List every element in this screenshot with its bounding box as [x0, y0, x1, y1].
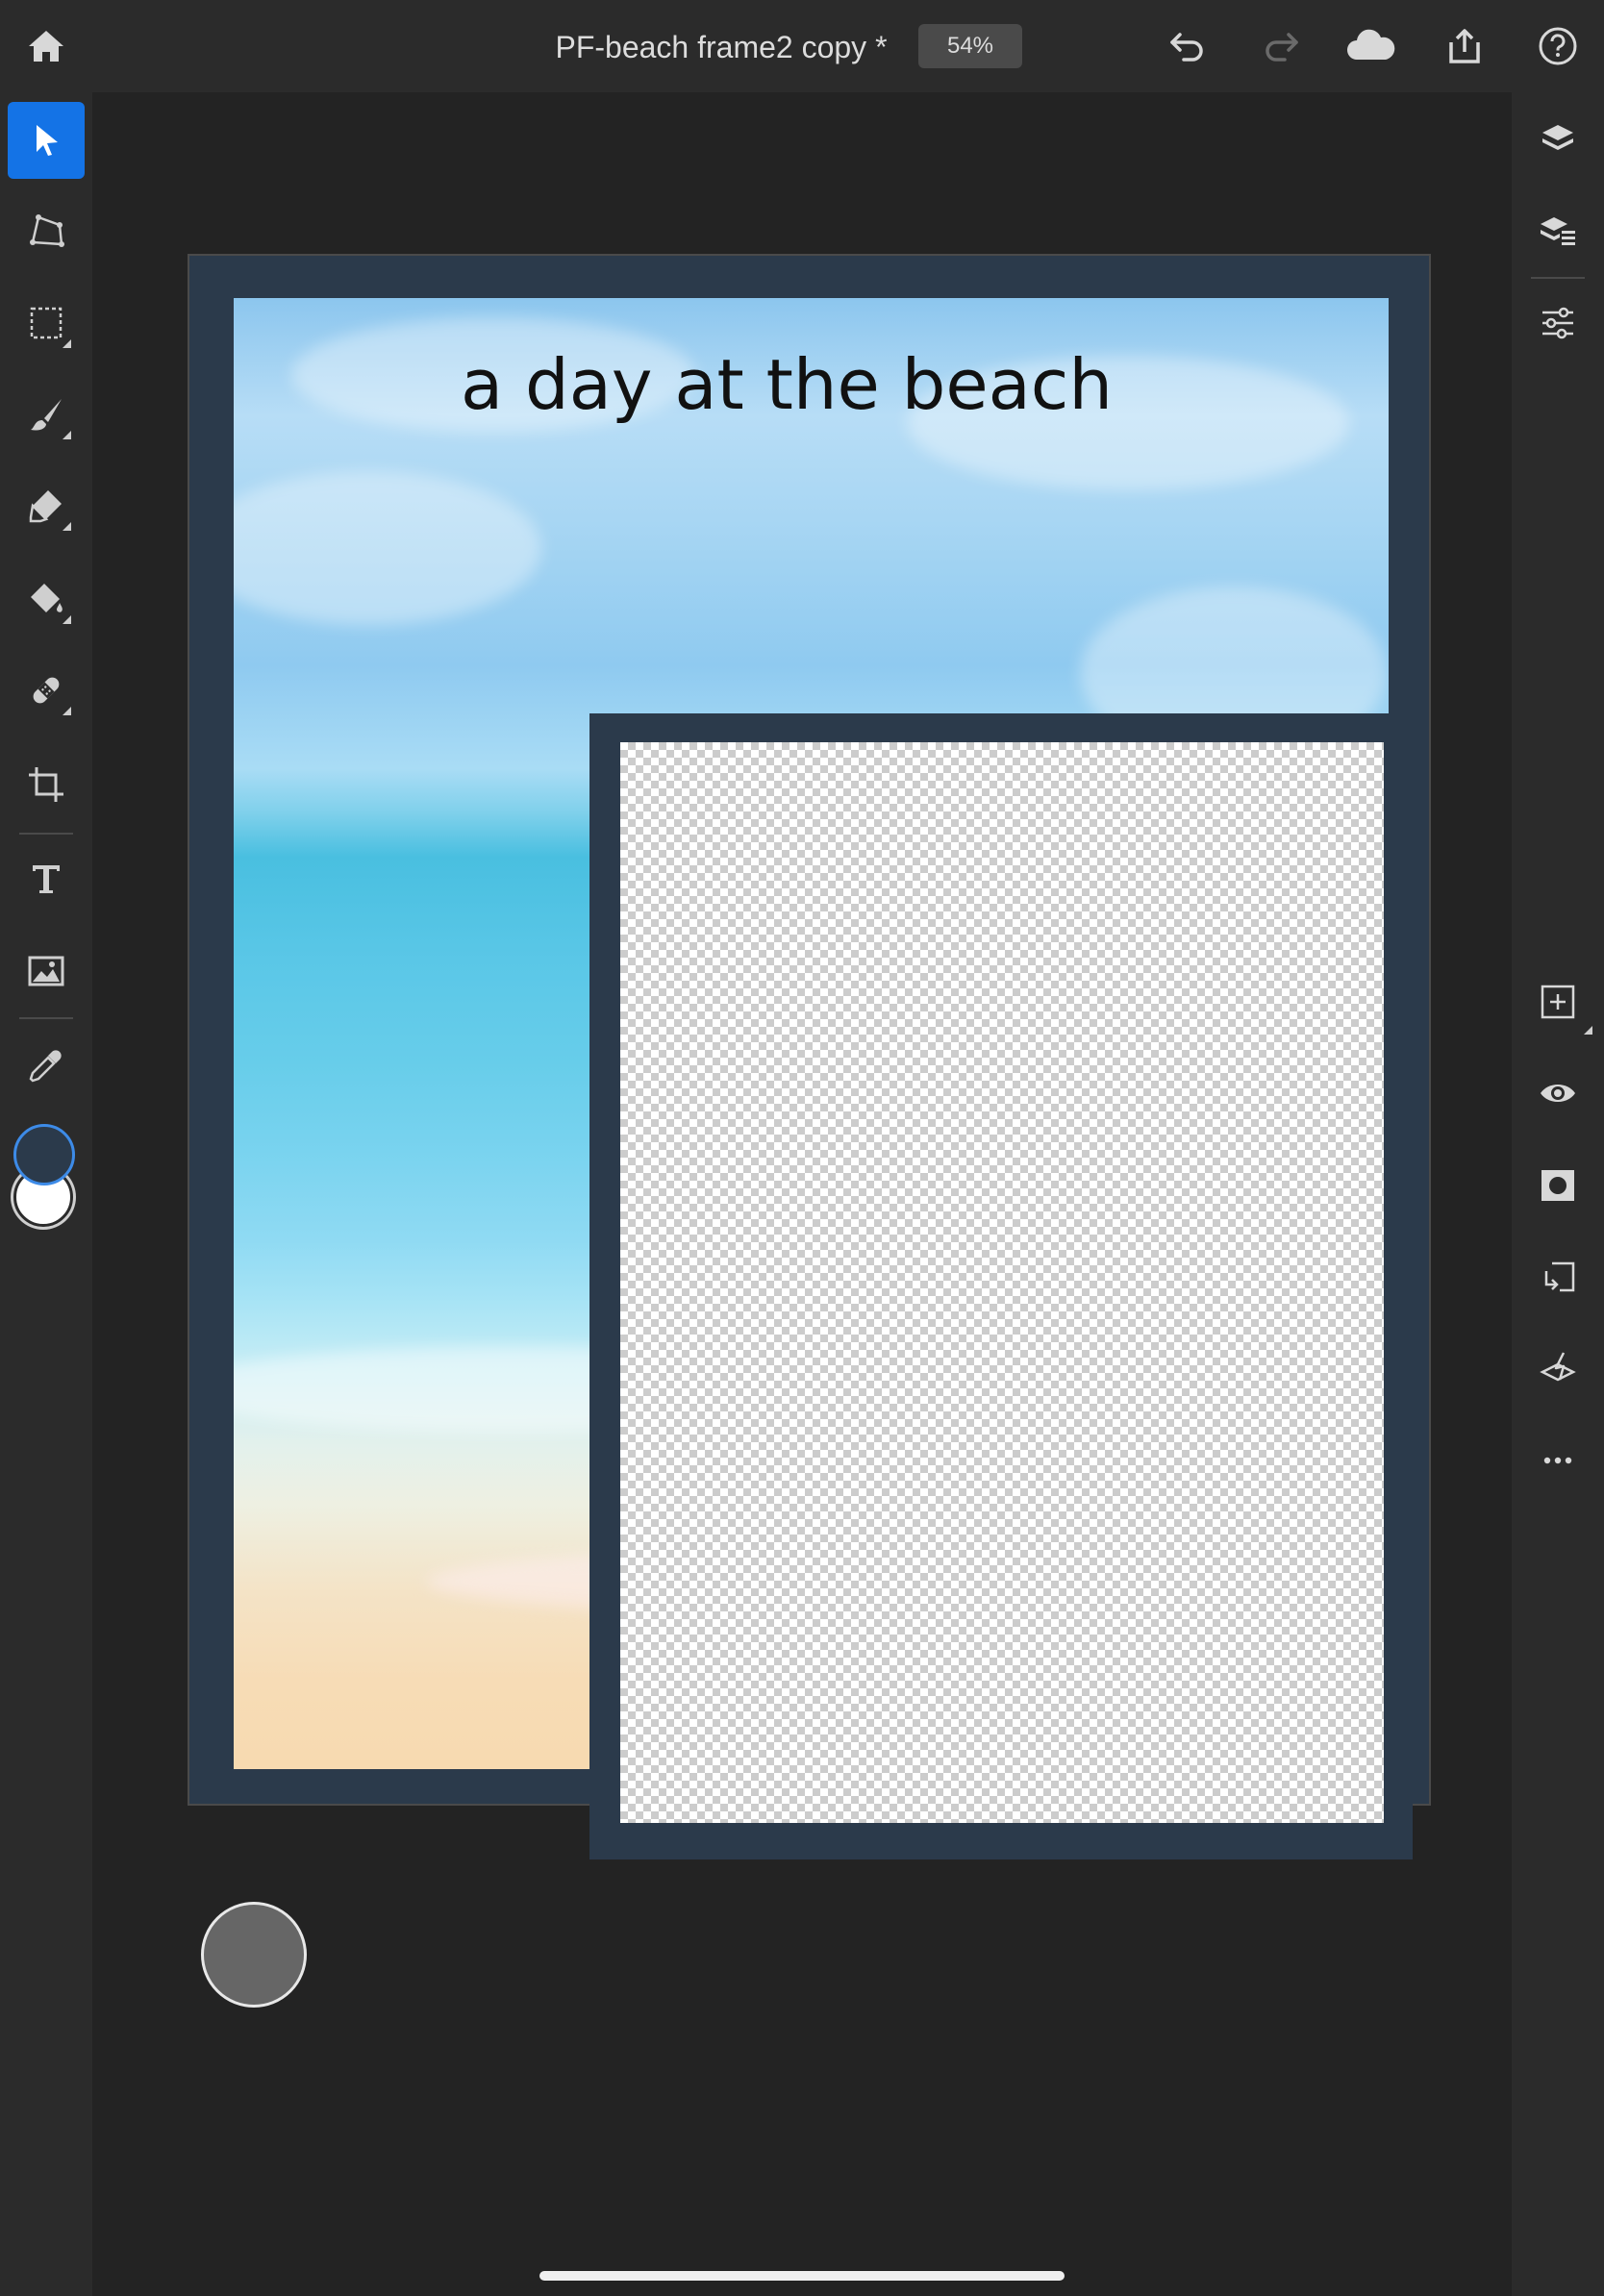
fill-tool-icon[interactable] [8, 561, 85, 637]
undo-icon[interactable] [1159, 17, 1216, 75]
brush-tool-icon[interactable] [8, 376, 85, 453]
toolbar-divider [19, 833, 73, 835]
share-icon[interactable] [1436, 17, 1493, 75]
add-layer-icon[interactable] [1519, 963, 1596, 1040]
mask-icon[interactable] [1519, 1147, 1596, 1224]
place-image-tool-icon[interactable] [8, 933, 85, 1010]
adjustments-icon[interactable] [1519, 285, 1596, 362]
layer-properties-icon[interactable] [1519, 192, 1596, 269]
help-icon[interactable] [1529, 17, 1587, 75]
visibility-icon[interactable] [1519, 1055, 1596, 1132]
photo-frame[interactable] [589, 713, 1413, 1859]
layer-effects-icon[interactable] [1519, 1330, 1596, 1407]
transparent-photo-area[interactable] [620, 742, 1384, 1823]
photoshop-app: PF-beach frame2 copy * 54% a day at the … [0, 0, 1604, 2296]
cloud-shape [234, 471, 541, 625]
panel-divider [1531, 277, 1585, 279]
healing-tool-icon[interactable] [8, 652, 85, 729]
toolbar-divider [19, 1017, 73, 1019]
crop-tool-icon[interactable] [8, 746, 85, 823]
touch-modifier-button[interactable] [201, 1902, 307, 2008]
right-panel [1512, 92, 1604, 2296]
move-tool-icon[interactable] [8, 102, 85, 179]
canvas-title-text[interactable]: a day at the beach [234, 344, 1340, 425]
artboard[interactable]: a day at the beach [188, 254, 1431, 1859]
clip-icon[interactable] [1519, 1238, 1596, 1315]
layers-icon[interactable] [1519, 100, 1596, 177]
zoom-level[interactable]: 54% [918, 24, 1022, 68]
transform-tool-icon[interactable] [8, 192, 85, 269]
eraser-tool-icon[interactable] [8, 467, 85, 544]
document-title[interactable]: PF-beach frame2 copy * [539, 23, 904, 71]
selection-tool-icon[interactable] [8, 285, 85, 362]
cloud-icon[interactable] [1342, 17, 1400, 75]
more-icon[interactable] [1519, 1422, 1596, 1499]
left-toolbar [0, 92, 92, 2296]
eyedropper-tool-icon[interactable] [8, 1027, 85, 1104]
top-bar: PF-beach frame2 copy * 54% [0, 0, 1604, 92]
home-indicator[interactable] [539, 2271, 1065, 2281]
home-icon[interactable] [17, 17, 75, 75]
redo-icon[interactable] [1252, 17, 1310, 75]
type-tool-icon[interactable] [8, 840, 85, 917]
foreground-color-swatch[interactable] [13, 1124, 75, 1185]
